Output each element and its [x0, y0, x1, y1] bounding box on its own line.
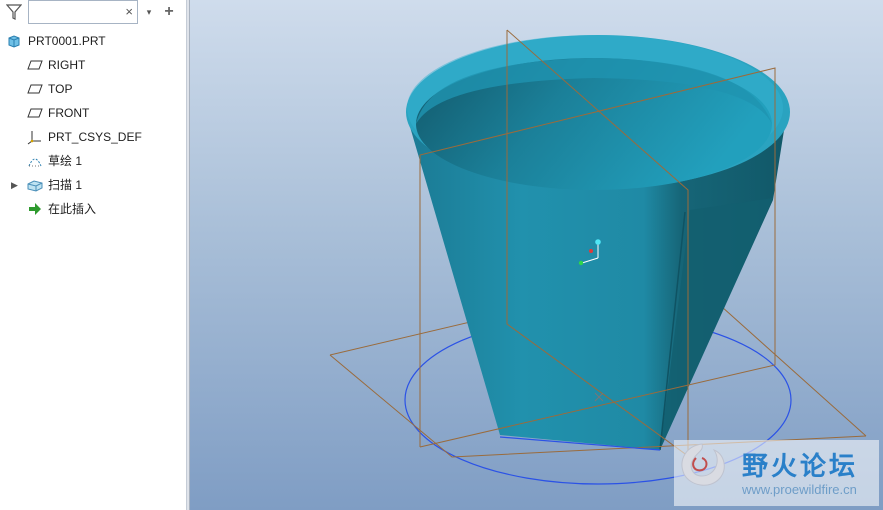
- insert-here-arrow-icon: [27, 201, 43, 217]
- tree-item-label: 草绘 1: [48, 154, 83, 168]
- tree-item-label: PRT_CSYS_DEF: [48, 130, 142, 144]
- tree-item-insert-here[interactable]: 在此插入: [0, 198, 186, 220]
- expand-arrow-icon[interactable]: ▶: [11, 174, 18, 196]
- chevron-down-icon[interactable]: ▾: [142, 3, 156, 21]
- sweep-icon: [27, 177, 43, 193]
- graphics-viewport[interactable]: 野火论坛 www.proewildfire.cn: [190, 0, 883, 510]
- tree-item-label: 在此插入: [48, 202, 97, 216]
- tree-item-csys[interactable]: PRT_CSYS_DEF: [0, 126, 186, 148]
- watermark: 野火论坛 www.proewildfire.cn: [674, 440, 879, 506]
- tree-item-sketch[interactable]: 草绘 1: [0, 150, 186, 172]
- datum-plane-icon: [27, 57, 43, 73]
- model-tree-panel: × ▾ + PRT0001.PRT RIGHT TOP FRONT PRT_CS…: [0, 0, 186, 510]
- model-view: [329, 29, 867, 485]
- csys-icon: [27, 129, 43, 145]
- search-box[interactable]: ×: [28, 0, 138, 24]
- datum-plane-icon: [27, 81, 43, 97]
- tree-item-label: TOP: [48, 82, 73, 96]
- watermark-url: www.proewildfire.cn: [742, 482, 857, 497]
- forum-logo-icon: [681, 443, 725, 486]
- search-input[interactable]: [33, 4, 119, 20]
- tree-item-sweep[interactable]: ▶ 扫描 1: [0, 174, 186, 196]
- tree-item-label: 扫描 1: [48, 178, 83, 192]
- watermark-title: 野火论坛: [742, 452, 859, 482]
- add-icon[interactable]: +: [161, 3, 177, 21]
- tree-item-label: FRONT: [48, 106, 90, 120]
- model-tree-toolbar: × ▾ +: [0, 0, 186, 26]
- tree-item-top-plane[interactable]: TOP: [0, 78, 186, 100]
- filter-icon[interactable]: [5, 3, 23, 21]
- tree-item-front-plane[interactable]: FRONT: [0, 102, 186, 124]
- tree-item-part[interactable]: PRT0001.PRT: [0, 30, 186, 52]
- datum-plane-icon: [27, 105, 43, 121]
- sketch-icon: [27, 153, 43, 169]
- part-icon: [6, 33, 22, 49]
- tree-item-right-plane[interactable]: RIGHT: [0, 54, 186, 76]
- tree-item-label: RIGHT: [48, 58, 86, 72]
- clear-icon[interactable]: ×: [125, 4, 133, 20]
- tree-item-label: PRT0001.PRT: [28, 34, 106, 48]
